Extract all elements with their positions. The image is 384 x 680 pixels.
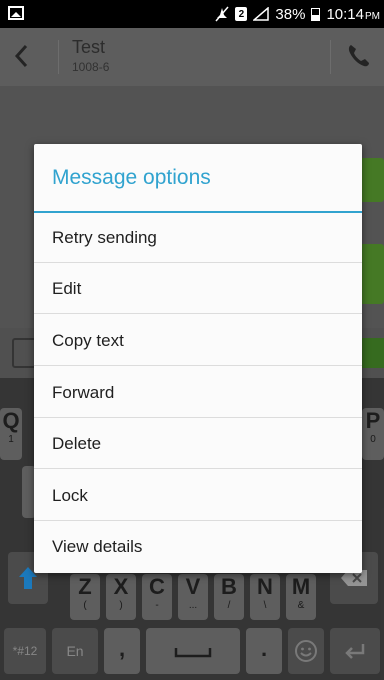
option-label: Forward [52,383,115,402]
option-edit[interactable]: Edit [34,264,362,314]
status-bar: 2 38% 10:14PM [0,0,384,28]
option-lock[interactable]: Lock [34,471,362,521]
option-view-details[interactable]: View details [34,522,362,572]
option-label: Retry sending [52,228,157,247]
option-label: Lock [52,486,88,505]
image-icon [8,6,24,20]
option-delete[interactable]: Delete [34,419,362,469]
message-options-dialog: Message options Retry sending Edit Copy … [34,144,362,573]
battery-percent: 38% [275,5,306,23]
option-forward[interactable]: Forward [34,368,362,418]
mute-icon [215,6,229,22]
clock: 10:14PM [326,5,380,23]
battery-icon [311,7,321,21]
option-label: Copy text [52,331,124,350]
option-retry-sending[interactable]: Retry sending [34,213,362,263]
dialog-title: Message options [52,166,211,189]
option-label: Edit [52,279,82,298]
option-copy-text[interactable]: Copy text [34,316,362,366]
signal-icon [253,7,270,21]
sim-icon: 2 [235,7,248,21]
option-label: Delete [52,434,102,453]
status-icons: 2 38% 10:14PM [215,0,380,28]
option-label: View details [52,537,143,556]
